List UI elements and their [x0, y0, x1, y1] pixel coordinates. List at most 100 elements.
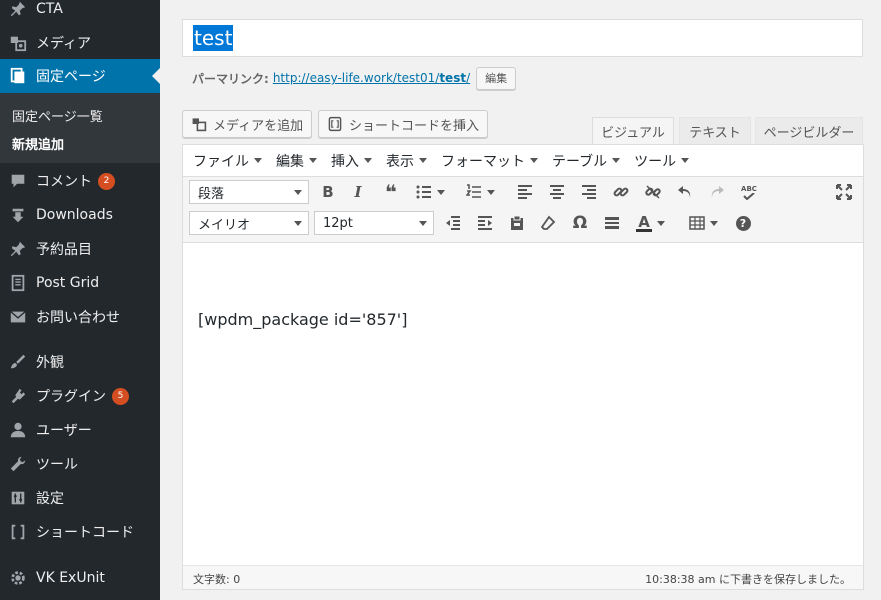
font-size-select[interactable]: 12pt — [314, 211, 434, 235]
special-character-button[interactable]: Ω — [568, 211, 592, 235]
blockquote-button[interactable]: ❝ — [379, 180, 403, 204]
align-right-icon — [582, 185, 596, 199]
redo-button[interactable] — [705, 180, 729, 204]
sidebar-item-users[interactable]: ユーザー — [0, 413, 160, 447]
admin-sidebar: CTA メディア 固定ページ 固定ページ一覧 新規追加 コメント 2 Downl… — [0, 0, 160, 600]
sidebar-item-vk-exunit[interactable]: VK ExUnit — [0, 561, 160, 595]
format-select[interactable]: 段落 — [189, 180, 309, 204]
document-icon — [0, 274, 36, 292]
menu-table[interactable]: テーブル — [552, 151, 621, 171]
insert-shortcode-button[interactable]: ショートコードを挿入 — [318, 110, 489, 138]
brackets-icon — [0, 523, 36, 541]
insert-shortcode-label: ショートコードを挿入 — [349, 118, 480, 134]
sidebar-item-post-grid[interactable]: Post Grid — [0, 266, 160, 300]
link-icon — [613, 187, 629, 197]
unlink-button[interactable] — [641, 180, 665, 204]
tab-text[interactable]: テキスト — [679, 117, 751, 145]
sidebar-item-settings[interactable]: 設定 — [0, 481, 160, 515]
bullet-list-button[interactable] — [412, 180, 436, 204]
indent-icon — [478, 216, 492, 230]
sidebar-item-label: ユーザー — [36, 423, 92, 439]
chevron-down-icon — [254, 158, 262, 163]
title-input[interactable]: test — [182, 19, 863, 57]
sidebar-item-pages[interactable]: 固定ページ — [0, 59, 160, 93]
spellcheck-button[interactable]: ABC — [737, 180, 761, 204]
menu-label: 挿入 — [331, 153, 359, 170]
table-button[interactable] — [685, 211, 709, 235]
tab-visual[interactable]: ビジュアル — [592, 117, 674, 145]
add-media-label: メディアを追加 — [213, 118, 304, 134]
sidebar-item-downloads[interactable]: Downloads — [0, 198, 160, 232]
menu-label: ツール — [634, 153, 677, 170]
indent-button[interactable] — [473, 211, 497, 235]
editor-content[interactable]: [wpdm_package id='857'] — [198, 310, 407, 329]
numbered-list-dropdown[interactable] — [484, 180, 498, 204]
align-left-button[interactable] — [513, 180, 537, 204]
submenu-all-pages[interactable]: 固定ページ一覧 — [12, 106, 103, 125]
menu-label: ファイル — [193, 153, 249, 170]
eraser-icon — [540, 215, 556, 230]
undo-button[interactable] — [673, 180, 697, 204]
mail-icon — [0, 308, 36, 326]
sidebar-item-appearance[interactable]: 外観 — [0, 345, 160, 379]
menu-format[interactable]: フォーマット — [441, 151, 538, 171]
help-button[interactable]: ? — [731, 211, 755, 235]
italic-button[interactable]: I — [346, 180, 370, 204]
check-icon — [743, 192, 755, 200]
chevron-down-icon — [437, 189, 445, 195]
editor-statusbar: 文字数: 0 10:38:38 am に下書きを保存しました。 — [183, 565, 863, 589]
sidebar-item-label: 外観 — [36, 355, 64, 371]
paste-text-button[interactable] — [505, 211, 529, 235]
permalink-slug: test — [439, 71, 467, 85]
sidebar-item-shortcodes[interactable]: ショートコード — [0, 515, 160, 549]
text-color-dropdown[interactable] — [654, 211, 668, 235]
media-icon — [191, 116, 207, 132]
font-family-select[interactable]: メイリオ — [189, 211, 309, 235]
sidebar-item-comments[interactable]: コメント 2 — [0, 164, 160, 198]
submenu-add-new[interactable]: 新規追加 — [12, 134, 64, 153]
sidebar-item-tools[interactable]: ツール — [0, 447, 160, 481]
bold-button[interactable]: B — [316, 180, 340, 204]
menu-label: フォーマット — [441, 153, 525, 170]
sidebar-item-media[interactable]: メディア — [0, 26, 160, 60]
add-media-button[interactable]: メディアを追加 — [182, 110, 313, 138]
permalink-link[interactable]: http://easy-life.work/test01/test/ — [273, 71, 470, 85]
numbered-list-button[interactable] — [462, 180, 486, 204]
sidebar-item-label: ツール — [36, 457, 78, 473]
help-icon: ? — [735, 215, 751, 231]
align-right-button[interactable] — [577, 180, 601, 204]
sidebar-item-label: コメント — [36, 174, 92, 190]
chevron-down-icon — [419, 158, 427, 163]
sidebar-item-label: VK ExUnit — [36, 570, 105, 586]
sidebar-item-label: お問い合わせ — [36, 310, 120, 326]
tab-page-builder[interactable]: ページビルダー — [755, 117, 863, 145]
fullscreen-button[interactable] — [832, 180, 856, 204]
outdent-icon — [446, 216, 460, 230]
menu-insert[interactable]: 挿入 — [331, 151, 372, 171]
sidebar-item-cta[interactable]: CTA — [0, 0, 160, 26]
insert-link-button[interactable] — [609, 180, 633, 204]
menu-edit[interactable]: 編集 — [276, 151, 317, 171]
sidebar-item-contact[interactable]: お問い合わせ — [0, 300, 160, 334]
bullet-list-dropdown[interactable] — [434, 180, 448, 204]
horizontal-rule-icon — [605, 217, 619, 229]
text-color-button[interactable]: A — [632, 211, 656, 235]
permalink-edit-button[interactable]: 編集 — [476, 66, 517, 90]
menu-file[interactable]: ファイル — [193, 151, 262, 171]
sidebar-item-reservations[interactable]: 予約品目 — [0, 232, 160, 266]
outdent-button[interactable] — [441, 211, 465, 235]
horizontal-line-button[interactable] — [600, 211, 624, 235]
pages-icon — [0, 67, 36, 85]
table-dropdown[interactable] — [707, 211, 721, 235]
clear-formatting-button[interactable] — [536, 211, 560, 235]
sidebar-item-plugins[interactable]: プラグイン 5 — [0, 379, 160, 413]
menu-label: 表示 — [386, 153, 414, 170]
menu-tools[interactable]: ツール — [634, 151, 690, 171]
chevron-down-icon — [612, 158, 621, 163]
align-center-icon — [550, 185, 564, 199]
align-center-button[interactable] — [545, 180, 569, 204]
permalink-row: パーマリンク: http://easy-life.work/test01/tes… — [192, 66, 517, 90]
menu-view[interactable]: 表示 — [386, 151, 427, 171]
redo-icon — [711, 186, 724, 198]
editor-menubar: ファイル 編集 挿入 表示 フォーマット テーブル ツール — [183, 145, 863, 177]
